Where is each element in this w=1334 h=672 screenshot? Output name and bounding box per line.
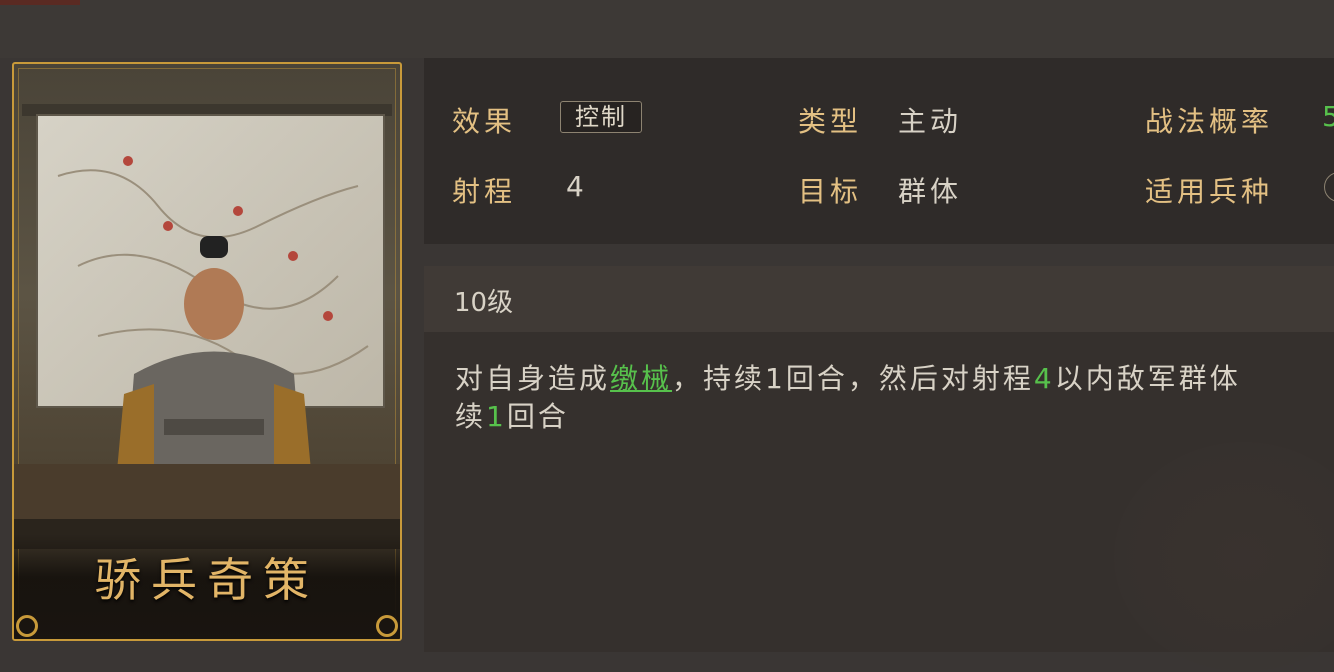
- skill-card: 骄兵奇策: [12, 62, 402, 641]
- skill-description: 对自身造成缴械，持续1回合，然后对射程4以内敌军群体续1回合: [455, 360, 1334, 436]
- desc-text: 以内敌军群体: [1054, 362, 1241, 395]
- effect-label: 效果: [452, 105, 517, 138]
- background-watermark: [1114, 442, 1334, 672]
- target-value: 群体: [898, 175, 963, 208]
- range-value: 4: [566, 170, 588, 203]
- desc-text: ，持续1回合，然后对射程: [672, 362, 1034, 395]
- rate-value: 5: [1322, 100, 1334, 133]
- skill-description-panel: 10级 对自身造成缴械，持续1回合，然后对射程4以内敌军群体续1回合: [424, 266, 1334, 672]
- desc-text: 续: [455, 400, 487, 433]
- desc-number: 4: [1033, 362, 1055, 395]
- effect-tag: 控制: [560, 101, 642, 133]
- range-label: 射程: [452, 175, 517, 208]
- skill-name: 骄兵奇策: [95, 553, 319, 607]
- level-header: 10级: [424, 266, 1334, 332]
- desk: [14, 464, 400, 524]
- card-corner-ornament: [16, 615, 38, 637]
- desc-text: 对自身造成: [455, 362, 611, 395]
- skill-level: 10级: [454, 288, 514, 318]
- status-keyword-link[interactable]: 缴械: [610, 362, 672, 395]
- desc-text: 回合: [506, 400, 569, 433]
- top-bar: [0, 0, 1334, 58]
- rate-label: 战法概率: [1145, 105, 1274, 138]
- target-label: 目标: [798, 175, 863, 208]
- top-tab-indicator: [0, 0, 80, 5]
- type-label: 类型: [798, 105, 863, 138]
- troops-label: 适用兵种: [1145, 175, 1274, 208]
- desc-number: 1: [486, 400, 507, 433]
- type-value: 主动: [898, 105, 963, 138]
- skill-info-panel: [424, 58, 1334, 244]
- card-corner-ornament: [376, 615, 398, 637]
